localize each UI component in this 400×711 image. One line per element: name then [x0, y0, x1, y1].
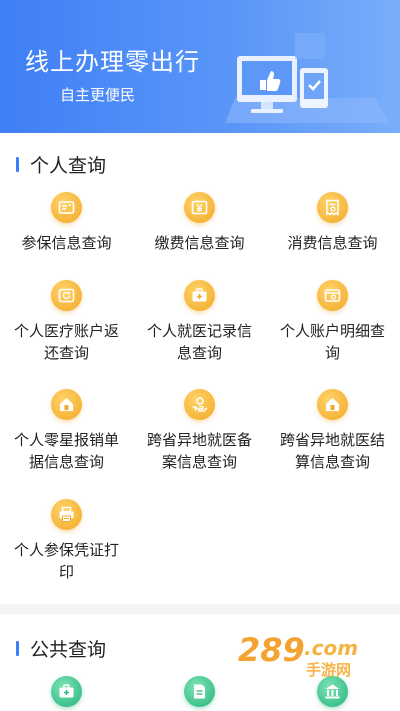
section-title: 公共查询: [30, 639, 107, 661]
yen-card-icon: [184, 192, 215, 223]
document-icon: [184, 676, 215, 707]
section-title: 个人查询: [30, 155, 107, 177]
grid-item-label: 个人零星报销单据信息查询: [13, 431, 119, 471]
grid-item-label: 个人账户明细查询: [279, 322, 385, 362]
hand-money-icon: [184, 389, 215, 420]
receipt-icon: [317, 192, 348, 223]
grid-item-medical-record[interactable]: 个人就医记录信息查询: [133, 280, 266, 370]
banner-subtitle: 自主更便民: [60, 86, 136, 104]
home-document-icon: [51, 389, 82, 420]
section-marker: [16, 157, 19, 172]
grid-item-consumption-info[interactable]: 消费信息查询: [266, 192, 399, 262]
svg-text:手游网: 手游网: [306, 661, 351, 679]
grid-item-label: 跨省异地就医备案信息查询: [146, 431, 252, 471]
grid-item-insurance-info[interactable]: 参保信息查询: [0, 192, 133, 262]
medical-box-icon: [51, 676, 82, 707]
grid-item-label: 个人医疗账户返还查询: [13, 322, 119, 362]
account-detail-icon: [317, 280, 348, 311]
svg-text:289: 289: [238, 631, 305, 669]
grid-item-public-medical[interactable]: [0, 676, 133, 711]
refresh-wallet-icon: [51, 280, 82, 311]
grid-item-public-document[interactable]: [133, 676, 266, 711]
grid-item-account-return[interactable]: 个人医疗账户返还查询: [0, 280, 133, 370]
grid-item-reimbursement-docs[interactable]: 个人零星报销单据信息查询: [0, 389, 133, 479]
id-card-icon: [51, 192, 82, 223]
section-divider: [0, 604, 400, 614]
grid-item-account-detail[interactable]: 个人账户明细查询: [266, 280, 399, 370]
grid-item-label: 个人就医记录信息查询: [146, 322, 252, 362]
watermark-logo: 289 .com 手游网: [238, 631, 358, 679]
grid-item-certificate-print[interactable]: 个人参保凭证打印: [0, 499, 133, 589]
section-marker: [16, 641, 19, 656]
computer-illustration-icon: [225, 33, 390, 123]
grid-item-label: 参保信息查询: [21, 234, 112, 252]
grid-item-label: 缴费信息查询: [154, 234, 245, 252]
medical-kit-icon: [184, 280, 215, 311]
home-settlement-icon: [317, 389, 348, 420]
hero-banner: 线上办理零出行 自主更便民: [0, 0, 400, 133]
banner-title: 线上办理零出行: [25, 48, 200, 76]
grid-item-public-institution[interactable]: [266, 676, 399, 711]
grid-item-cross-province-settlement[interactable]: 跨省异地就医结算信息查询: [266, 389, 399, 479]
svg-text:.com: .com: [304, 636, 358, 660]
grid-item-payment-info[interactable]: 缴费信息查询: [133, 192, 266, 262]
grid-item-cross-province-filing[interactable]: 跨省异地就医备案信息查询: [133, 389, 266, 479]
printer-icon: [51, 499, 82, 530]
grid-item-label: 跨省异地就医结算信息查询: [279, 431, 385, 471]
institution-icon: [317, 676, 348, 707]
personal-section-header: 个人查询: [0, 149, 400, 179]
grid-item-label: 消费信息查询: [287, 234, 378, 252]
grid-item-label: 个人参保凭证打印: [13, 541, 119, 581]
